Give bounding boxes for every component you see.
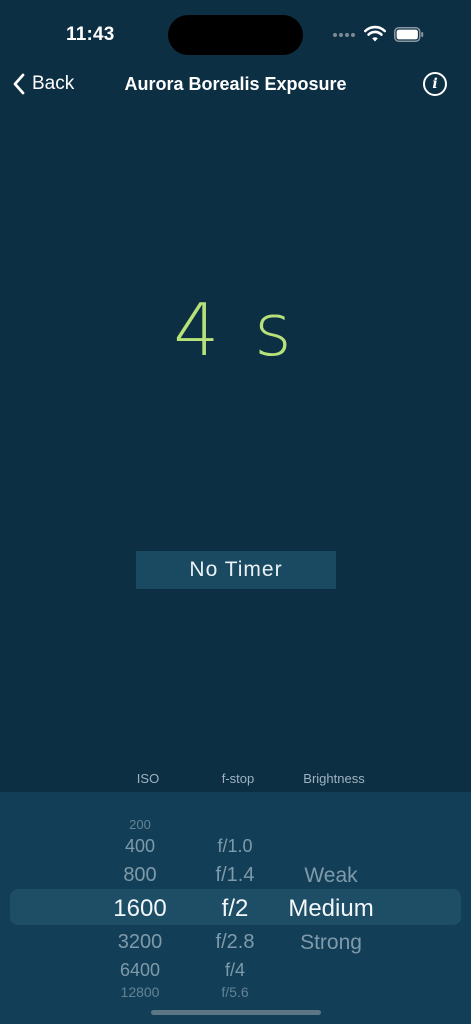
timer-button[interactable]: No Timer xyxy=(136,551,336,589)
brightness-option[interactable]: Strong xyxy=(300,931,362,955)
fstop-option[interactable]: f/5.6 xyxy=(221,984,248,1000)
iso-option[interactable]: 3200 xyxy=(118,931,163,954)
fstop-option-selected[interactable]: f/2 xyxy=(222,895,249,923)
settings-picker[interactable]: 200 400 800 1600 3200 6400 12800 f/1.0 f… xyxy=(0,792,471,1024)
page-title: Aurora Borealis Exposure xyxy=(124,74,347,94)
wifi-icon xyxy=(364,25,386,42)
status-time: 11:43 xyxy=(66,24,115,45)
iso-option[interactable]: 200 xyxy=(129,817,151,832)
fstop-option[interactable]: f/1.0 xyxy=(217,836,252,857)
battery-icon xyxy=(394,27,424,42)
status-bar: 11:43 xyxy=(0,0,471,70)
dynamic-island xyxy=(168,15,303,55)
fstop-option[interactable]: f/1.4 xyxy=(216,864,255,887)
exposure-time-display: 4 s xyxy=(173,288,298,372)
iso-option[interactable]: 400 xyxy=(125,836,155,857)
info-icon[interactable]: i xyxy=(423,72,447,96)
fstop-option[interactable]: f/2.8 xyxy=(216,931,255,954)
iso-option[interactable]: 12800 xyxy=(121,984,160,1000)
brightness-option-selected[interactable]: Medium xyxy=(288,895,373,923)
iso-header: ISO xyxy=(136,771,160,786)
cellular-signal-icon xyxy=(333,33,355,37)
brightness-header: Brightness xyxy=(303,771,365,786)
navigation-bar: Back Aurora Borealis Exposure i xyxy=(0,62,471,106)
fstop-header: f-stop xyxy=(221,771,255,786)
iso-option[interactable]: 6400 xyxy=(120,960,160,981)
home-indicator[interactable] xyxy=(151,1010,321,1015)
fstop-option[interactable]: f/4 xyxy=(225,960,245,981)
brightness-option[interactable]: Weak xyxy=(304,864,357,888)
iso-option-selected[interactable]: 1600 xyxy=(113,895,166,923)
iso-option[interactable]: 800 xyxy=(123,864,156,887)
picker-headers: ISO f-stop Brightness xyxy=(0,771,471,791)
